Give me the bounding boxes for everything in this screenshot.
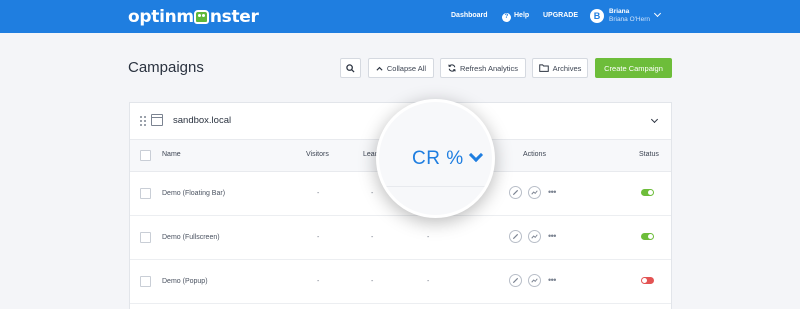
search-button[interactable]	[340, 58, 361, 78]
leads-value: -	[371, 190, 374, 197]
archive-folder-icon	[538, 64, 549, 72]
user-full-name[interactable]: Briana O'Hern	[609, 16, 650, 23]
analytics-button[interactable]	[528, 186, 541, 199]
trend-icon	[531, 278, 538, 283]
chevron-down-icon[interactable]	[650, 115, 659, 124]
analytics-button[interactable]	[528, 274, 541, 287]
help-icon: ?	[502, 13, 511, 22]
visitors-value: -	[317, 190, 320, 197]
pencil-icon	[512, 277, 519, 284]
user-first-name[interactable]: Briana	[609, 8, 629, 15]
column-header-status[interactable]: Status	[639, 151, 659, 158]
visitors-value: -	[317, 234, 320, 241]
drag-handle-icon[interactable]	[140, 116, 146, 126]
magnifier-callout: CR %	[376, 99, 495, 218]
cr-value: -	[427, 278, 430, 285]
nav-upgrade[interactable]: UPGRADE	[543, 12, 578, 19]
nav-dashboard[interactable]: Dashboard	[451, 12, 488, 19]
leads-value: -	[371, 234, 374, 241]
select-all-checkbox[interactable]	[140, 150, 151, 161]
archives-label: Archives	[552, 63, 582, 73]
top-navbar: optinm nster Dashboard ? Help UPGRADE B Br…	[0, 0, 800, 33]
user-menu-chevron-icon[interactable]	[653, 9, 662, 18]
analytics-button[interactable]	[528, 230, 541, 243]
edit-button[interactable]	[509, 186, 522, 199]
column-header-visitors[interactable]: Visitors	[306, 151, 329, 158]
collapse-all-label: Collapse All	[386, 63, 427, 73]
more-actions-icon[interactable]: •••	[548, 187, 556, 197]
visitors-value: -	[317, 278, 320, 285]
divider	[379, 186, 492, 187]
table-row[interactable]: Demo (Fullscreen) - - - •••	[130, 216, 671, 260]
nav-help[interactable]: ? Help	[502, 12, 529, 22]
user-avatar[interactable]: B	[590, 9, 604, 23]
archives-button[interactable]: Archives	[532, 58, 588, 78]
column-header-actions: Actions	[523, 151, 546, 158]
row-checkbox[interactable]	[140, 188, 151, 199]
chevron-up-icon	[376, 66, 383, 71]
refresh-icon	[448, 64, 456, 72]
logo-text-end: nster	[209, 7, 259, 27]
status-toggle[interactable]	[641, 277, 654, 284]
more-actions-icon[interactable]: •••	[548, 275, 556, 285]
pencil-icon	[512, 189, 519, 196]
logo-text-start: optinm	[128, 7, 194, 27]
campaign-name[interactable]: Demo (Floating Bar)	[162, 190, 225, 197]
campaign-name[interactable]: Demo (Fullscreen)	[162, 234, 220, 241]
column-header-name[interactable]: Name	[162, 151, 181, 158]
row-checkbox[interactable]	[140, 276, 151, 287]
page-title: Campaigns	[128, 59, 204, 76]
edit-button[interactable]	[509, 230, 522, 243]
site-name: sandbox.local	[173, 115, 232, 126]
refresh-analytics-label: Refresh Analytics	[460, 63, 518, 73]
nav-help-label: Help	[514, 12, 530, 19]
monster-logo-icon	[194, 10, 210, 24]
search-icon	[346, 63, 355, 73]
status-toggle[interactable]	[641, 189, 654, 196]
campaign-name[interactable]: Demo (Popup)	[162, 278, 208, 285]
cr-value: -	[427, 234, 430, 241]
refresh-analytics-button[interactable]: Refresh Analytics	[440, 58, 526, 78]
leads-value: -	[371, 278, 374, 285]
pencil-icon	[512, 233, 519, 240]
sort-chevron-down-icon[interactable]	[468, 147, 484, 163]
column-header-cr[interactable]: CR %	[412, 148, 464, 170]
browser-window-icon	[151, 114, 163, 126]
trend-icon	[531, 190, 538, 195]
collapse-all-button[interactable]: Collapse All	[368, 58, 434, 78]
row-checkbox[interactable]	[140, 232, 151, 243]
create-campaign-button[interactable]: Create Campaign	[595, 58, 672, 78]
more-actions-icon[interactable]: •••	[548, 231, 556, 241]
optinmonster-logo[interactable]: optinm nster	[128, 7, 259, 27]
edit-button[interactable]	[509, 274, 522, 287]
trend-icon	[531, 234, 538, 239]
status-toggle[interactable]	[641, 233, 654, 240]
table-row[interactable]: Demo (Popup) - - - •••	[130, 260, 671, 304]
